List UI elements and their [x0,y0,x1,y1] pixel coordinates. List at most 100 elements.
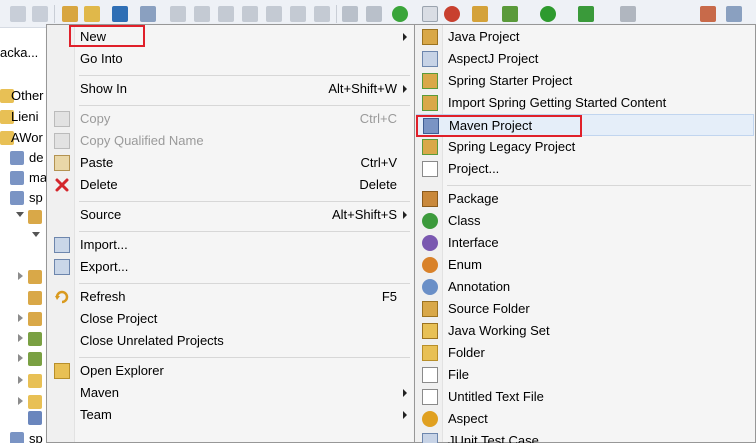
step-return-icon[interactable] [314,6,330,22]
new-wizard-icon[interactable] [422,6,438,22]
menu-item-junit-test-case[interactable]: JUnit Test Case [416,430,754,443]
expand-icon[interactable] [18,314,23,322]
menu-item-go-into[interactable]: Go Into [48,48,413,70]
debug-icon[interactable] [502,6,518,22]
open-resource-icon[interactable] [84,6,100,22]
maven-project-icon [10,191,24,205]
spring-boot-icon[interactable] [392,6,408,22]
menu-item-import[interactable]: Import... [48,234,413,256]
submenu-arrow-icon [403,211,407,219]
menu-item-delete[interactable]: Delete Delete [48,174,413,196]
skip-breakpoints-icon[interactable] [140,6,156,22]
menu-item-label: Paste [80,155,114,170]
pom-file-icon [28,411,42,425]
new-java-project-icon[interactable] [444,6,460,22]
menu-item-export[interactable]: Export... [48,256,413,278]
list-item[interactable]: acka... [0,44,46,62]
tree-row[interactable] [0,372,46,390]
list-item[interactable]: Other [0,87,46,105]
menu-item-maven[interactable]: Maven [48,382,413,404]
coverage-icon[interactable] [578,6,594,22]
tree-row[interactable] [0,350,46,368]
menu-item-label: JUnit Test Case [448,433,539,443]
terminate-icon[interactable] [218,6,234,22]
list-item[interactable]: Lieni [0,108,46,126]
use-step-filters-icon[interactable] [342,6,358,22]
menu-item-label: Project... [448,161,500,176]
menu-item-untitled-text-file[interactable]: Untitled Text File [416,386,754,408]
collapse-icon[interactable] [16,212,24,217]
tree-row[interactable] [0,310,46,328]
menu-item-package[interactable]: Package [416,188,754,210]
collapse-icon[interactable] [32,232,40,237]
package-folder-icon [28,270,42,284]
menu-item-class[interactable]: Class [416,210,754,232]
menu-item-project[interactable]: Project... [416,158,754,180]
save-icon[interactable] [10,6,26,22]
menu-item-team[interactable]: Team [48,404,413,426]
menu-item-show-in[interactable]: Show In Alt+Shift+W [48,78,413,100]
menu-item-copy-qualified-name[interactable]: Copy Qualified Name [48,130,413,152]
menu-item-source-folder[interactable]: Source Folder [416,298,754,320]
menu-item-open-explorer[interactable]: Open Explorer [48,360,413,382]
refresh-icon [54,289,70,305]
open-perspective-icon[interactable] [700,6,716,22]
menu-item-aspectj-project[interactable]: AspectJ Project [416,48,754,70]
menu-item-enum[interactable]: Enum [416,254,754,276]
console-icon[interactable] [112,6,128,22]
tree-row[interactable] [0,409,46,427]
drop-to-frame-icon[interactable] [366,6,382,22]
package-folder-icon [28,312,42,326]
disconnect-icon[interactable] [242,6,258,22]
external-tools-icon[interactable] [620,6,636,22]
list-item[interactable]: AWor [0,129,46,147]
tree-row[interactable] [0,268,46,286]
menu-item-file[interactable]: File [416,364,754,386]
open-type-icon[interactable] [62,6,78,22]
menu-item-java-working-set[interactable]: Java Working Set [416,320,754,342]
tree-row[interactable] [0,228,46,246]
maven-project-icon [10,432,24,443]
menu-item-java-project[interactable]: Java Project [416,26,754,48]
expand-icon[interactable] [18,272,23,280]
suspend-icon[interactable] [194,6,210,22]
menu-item-spring-legacy-project[interactable]: Spring Legacy Project [416,136,754,158]
expand-icon[interactable] [18,334,23,342]
highlight-box [416,115,582,137]
expand-icon[interactable] [18,354,23,362]
menu-separator [79,105,410,106]
menu-item-interface[interactable]: Interface [416,232,754,254]
menu-item-annotation[interactable]: Annotation [416,276,754,298]
list-item[interactable]: ma [0,169,46,187]
menu-item-folder[interactable]: Folder [416,342,754,364]
resume-icon[interactable] [170,6,186,22]
menu-item-source[interactable]: Source Alt+Shift+S [48,204,413,226]
menu-item-import-spring-getting-started[interactable]: Import Spring Getting Started Content [416,92,754,114]
menu-item-label: Folder [448,345,485,360]
list-item[interactable]: sp [0,430,46,443]
step-over-icon[interactable] [290,6,306,22]
menu-item-copy[interactable]: Copy Ctrl+C [48,108,413,130]
new-project-icon [422,161,438,177]
menu-item-paste[interactable]: Paste Ctrl+V [48,152,413,174]
tree-row[interactable] [0,330,46,348]
save-all-icon[interactable] [32,6,48,22]
list-item[interactable]: sp [0,189,46,207]
menu-item-aspect[interactable]: Aspect [416,408,754,430]
new-package-icon[interactable] [472,6,488,22]
run-icon[interactable] [540,6,556,22]
tree-row[interactable] [0,289,46,307]
menu-item-close-project[interactable]: Close Project [48,308,413,330]
package-explorer: acka... Other Lieni AWor de ma sp sp [0,28,46,443]
menu-item-refresh[interactable]: Refresh F5 [48,286,413,308]
expand-icon[interactable] [18,397,23,405]
search-icon[interactable] [726,6,742,22]
step-into-icon[interactable] [266,6,282,22]
tree-row[interactable] [0,208,46,226]
list-item[interactable]: de [0,149,46,167]
menu-item-label: Export... [80,259,129,274]
expand-icon[interactable] [18,376,23,384]
copy-qualified-name-icon [54,133,70,149]
menu-item-close-unrelated-projects[interactable]: Close Unrelated Projects [48,330,413,352]
menu-item-spring-starter-project[interactable]: Spring Starter Project [416,70,754,92]
